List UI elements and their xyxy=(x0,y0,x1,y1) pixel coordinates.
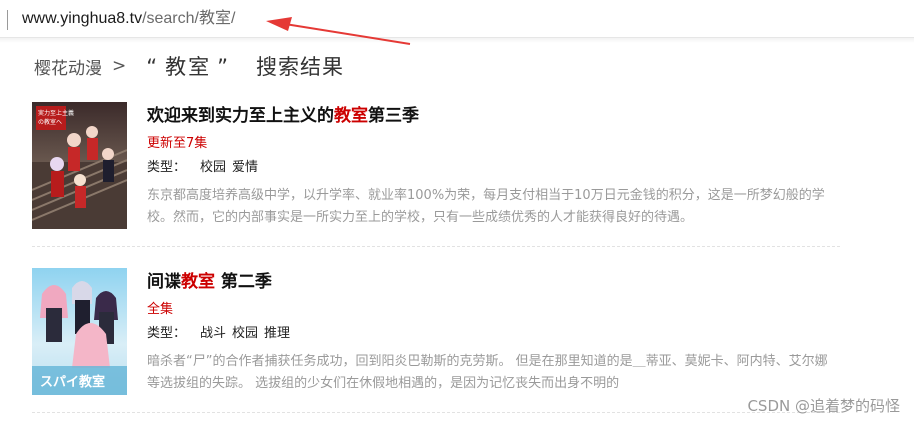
breadcrumb-home-link[interactable]: 樱花动漫 xyxy=(34,54,102,79)
genre-label: 类型： xyxy=(147,160,187,175)
genre-tag[interactable]: 爱情 xyxy=(232,160,258,175)
page-title: 搜索结果 xyxy=(256,55,345,79)
address-bar[interactable]: www.yinghua8.tv/search/教室/ xyxy=(0,0,914,38)
toolbar-divider xyxy=(0,38,914,43)
result-description: 暗杀者“尸”的合作者捕获任务成功，回到阳炎巴勒斯的克劳斯。 但是在那里知道的是＿… xyxy=(147,354,828,391)
watermark: CSDN @追着梦的码怪 xyxy=(747,397,900,415)
breadcrumb: 樱花动漫 > “教室” 搜索结果 xyxy=(34,52,344,80)
genre-tag[interactable]: 校园 xyxy=(200,160,226,175)
update-status: 全集 xyxy=(147,302,174,317)
result-poster[interactable]: スパイ教室 xyxy=(32,268,127,395)
title-keyword-highlight: 教室 xyxy=(181,272,215,292)
genre-tag[interactable]: 推理 xyxy=(264,326,290,341)
genre-label: 类型： xyxy=(147,326,187,341)
title-text: 第三季 xyxy=(368,106,419,126)
title-text: 第二季 xyxy=(215,272,272,292)
result-item: 実力至上主義 の教室へ 欢迎来到实力至上主义的教室第三季 更新至7集 类型： 校园… xyxy=(32,102,840,247)
result-item: スパイ教室 间谍教室 第二季 全集 类型： 战斗 校园 推理 暗杀者“尸”的合作者捕获… xyxy=(32,268,840,413)
genre-row: 类型： 战斗 校园 推理 xyxy=(147,325,837,343)
poster-image-icon: 実力至上主義 の教室へ xyxy=(32,102,127,229)
poster-caption: の教室へ xyxy=(38,118,62,126)
search-query: “教室” xyxy=(146,51,230,81)
result-description: 东京都高度培养高级中学，以升学率、就业率100%为荣，每月支付相当于10万日元金… xyxy=(147,188,825,225)
chevron-right-icon: > xyxy=(112,56,127,76)
result-title-link[interactable]: 欢迎来到实力至上主义的教室第三季 xyxy=(147,104,837,128)
close-quote: ” xyxy=(217,55,231,79)
result-info: 欢迎来到实力至上主义的教室第三季 更新至7集 类型： 校园 爱情 东京都高度培养高级… xyxy=(147,104,837,229)
update-status: 更新至7集 xyxy=(147,136,208,151)
url-text[interactable]: www.yinghua8.tv/search/教室/ xyxy=(22,9,235,29)
title-text: 欢迎来到实力至上主义的 xyxy=(147,106,334,126)
poster-caption: スパイ教室 xyxy=(40,374,105,390)
genre-row: 类型： 校园 爱情 xyxy=(147,159,837,177)
search-keyword: 教室 xyxy=(165,55,212,79)
result-title-link[interactable]: 间谍教室 第二季 xyxy=(147,270,837,294)
genre-tag[interactable]: 战斗 xyxy=(200,326,226,341)
genre-tag[interactable]: 校园 xyxy=(232,326,258,341)
title-keyword-highlight: 教室 xyxy=(334,106,368,126)
url-path: /search/教室/ xyxy=(142,10,236,27)
open-quote: “ xyxy=(146,55,160,79)
url-host: www.yinghua8.tv xyxy=(22,10,143,27)
title-text: 间谍 xyxy=(147,272,181,292)
text-cursor xyxy=(7,10,8,30)
poster-image-icon: スパイ教室 xyxy=(32,268,127,395)
result-poster[interactable]: 実力至上主義 の教室へ xyxy=(32,102,127,229)
result-info: 间谍教室 第二季 全集 类型： 战斗 校园 推理 暗杀者“尸”的合作者捕获任务成功，回… xyxy=(147,270,837,395)
poster-caption: 実力至上主義 xyxy=(38,109,74,117)
